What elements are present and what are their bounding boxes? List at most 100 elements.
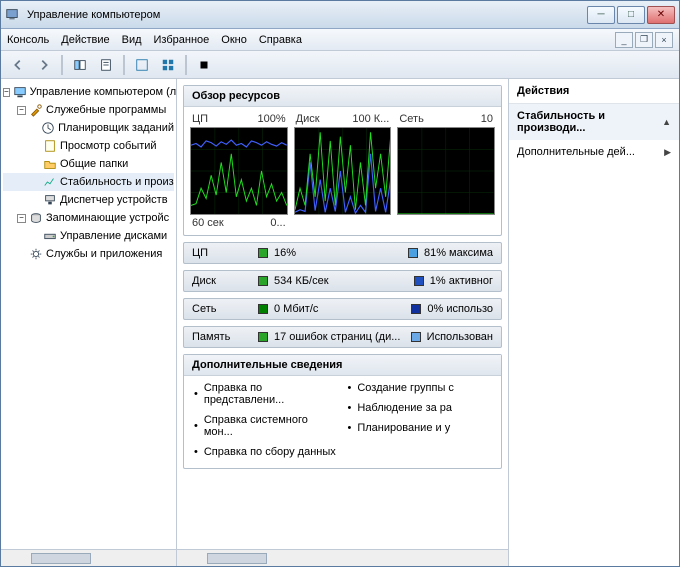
- tree-label: Просмотр событий: [60, 138, 157, 154]
- tree-item-scheduler[interactable]: Планировщик заданий: [3, 119, 174, 137]
- maximize-button[interactable]: □: [617, 6, 645, 24]
- help-link[interactable]: Справка по сбору данных: [194, 446, 338, 458]
- menu-console[interactable]: Консоль: [7, 34, 49, 46]
- actions-group[interactable]: Стабильность и производи... ▲: [509, 104, 679, 140]
- chart-max: 10: [481, 113, 493, 125]
- actions-more-label: Дополнительные дей...: [517, 146, 635, 158]
- menu-favorites[interactable]: Избранное: [154, 34, 210, 46]
- row-value-2: 0% использо: [427, 303, 493, 315]
- nav-tree[interactable]: − Управление компьютером (л − Служебные …: [1, 79, 176, 549]
- row-cpu[interactable]: ЦП 16% 81% максима: [183, 242, 502, 264]
- actions-pane: Действия Стабильность и производи... ▲ Д…: [509, 79, 679, 566]
- help-link[interactable]: Справка по представлени...: [194, 382, 338, 406]
- tree-hscrollbar[interactable]: [1, 549, 176, 566]
- mdi-close-button[interactable]: ×: [655, 32, 673, 48]
- row-mem[interactable]: Память 17 ошибок страниц (ди... Использо…: [183, 326, 502, 348]
- color-swatch: [408, 248, 418, 258]
- disk-icon: [43, 229, 57, 243]
- menu-view[interactable]: Вид: [122, 34, 142, 46]
- color-swatch: [258, 248, 268, 258]
- collapse-icon[interactable]: −: [17, 106, 26, 115]
- chart-xright: 0...: [270, 217, 285, 229]
- tree-group-tools[interactable]: − Служебные программы: [3, 101, 174, 119]
- tree-label: Планировщик заданий: [58, 120, 174, 136]
- event-icon: [43, 139, 57, 153]
- minimize-button[interactable]: ─: [587, 6, 615, 24]
- row-value-1: 0 Мбит/с: [274, 303, 405, 315]
- storage-icon: [29, 211, 43, 225]
- menu-action[interactable]: Действие: [61, 34, 109, 46]
- menu-window[interactable]: Окно: [221, 34, 247, 46]
- color-swatch: [258, 304, 268, 314]
- body: − Управление компьютером (л − Служебные …: [1, 79, 679, 566]
- actions-title: Действия: [509, 79, 679, 104]
- chevron-right-icon: ▶: [664, 147, 671, 158]
- actions-group-label: Стабильность и производи...: [517, 110, 662, 134]
- menubar: Консоль Действие Вид Избранное Окно Спра…: [1, 29, 679, 51]
- separator: [61, 55, 63, 75]
- help-link[interactable]: Планирование и у: [348, 422, 492, 434]
- tree-label: Запоминающие устройс: [46, 210, 169, 226]
- row-value-1: 16%: [274, 247, 402, 259]
- help-link[interactable]: Наблюдение за ра: [348, 402, 492, 414]
- row-net[interactable]: Сеть 0 Мбит/с 0% использо: [183, 298, 502, 320]
- stop-button[interactable]: [193, 54, 215, 76]
- charts-row: ЦП100% 60 сек0... Диск100: [184, 107, 501, 235]
- tree-group-storage[interactable]: − Запоминающие устройс: [3, 209, 174, 227]
- collapse-icon[interactable]: −: [3, 88, 10, 97]
- chart-cpu-canvas: [190, 127, 288, 215]
- tree-item-perfmon[interactable]: Стабильность и произ: [3, 173, 174, 191]
- titlebar[interactable]: Управление компьютером ─ □ ✕: [1, 1, 679, 29]
- view-button-2[interactable]: [157, 54, 179, 76]
- view-button-1[interactable]: [131, 54, 153, 76]
- tree-label: Диспетчер устройств: [60, 192, 168, 208]
- back-button[interactable]: [7, 54, 29, 76]
- tree-item-shares[interactable]: Общие папки: [3, 155, 174, 173]
- window-title: Управление компьютером: [27, 9, 587, 21]
- chart-disk: Диск100 К...: [294, 113, 392, 229]
- chart-net-canvas: [397, 127, 495, 215]
- chevron-up-icon: ▲: [662, 117, 671, 127]
- tree-item-events[interactable]: Просмотр событий: [3, 137, 174, 155]
- tree-item-devmgr[interactable]: Диспетчер устройств: [3, 191, 174, 209]
- help-link[interactable]: Справка системного мон...: [194, 414, 338, 438]
- tree-label: Служебные программы: [46, 102, 166, 118]
- tree-label: Управление дисками: [60, 228, 167, 244]
- chart-net: Сеть 10: [397, 113, 495, 229]
- chart-cpu: ЦП100% 60 сек0...: [190, 113, 288, 229]
- overview-title: Обзор ресурсов: [184, 86, 501, 107]
- row-name: Сеть: [192, 303, 252, 315]
- chart-label: ЦП: [192, 113, 208, 125]
- help-link[interactable]: Создание группы с: [348, 382, 492, 394]
- chart-label: Сеть: [399, 113, 423, 125]
- row-name: ЦП: [192, 247, 252, 259]
- forward-button[interactable]: [33, 54, 55, 76]
- window-controls: ─ □ ✕: [587, 6, 675, 24]
- device-icon: [43, 193, 57, 207]
- row-name: Память: [192, 331, 252, 343]
- chart-label: Диск: [296, 113, 320, 125]
- tree-root[interactable]: − Управление компьютером (л: [3, 83, 174, 101]
- tree-label: Стабильность и произ: [60, 174, 174, 190]
- mdi-minimize-button[interactable]: _: [615, 32, 633, 48]
- show-hide-button[interactable]: [69, 54, 91, 76]
- row-disk[interactable]: Диск 534 КБ/сек 1% активног: [183, 270, 502, 292]
- mdi-restore-button[interactable]: ❐: [635, 32, 653, 48]
- tree-label: Службы и приложения: [46, 246, 162, 262]
- scrollbar-thumb[interactable]: [31, 553, 91, 564]
- addinfo-title: Дополнительные сведения: [184, 355, 501, 376]
- center-hscrollbar[interactable]: [177, 549, 508, 566]
- tree-item-diskmgmt[interactable]: Управление дисками: [3, 227, 174, 245]
- collapse-icon[interactable]: −: [17, 214, 26, 223]
- tree-group-services[interactable]: Службы и приложения: [3, 245, 174, 263]
- properties-button[interactable]: [95, 54, 117, 76]
- close-button[interactable]: ✕: [647, 6, 675, 24]
- center-pane: Обзор ресурсов ЦП100% 60 се: [177, 79, 509, 566]
- row-value-2: Использован: [427, 331, 493, 343]
- scrollbar-thumb[interactable]: [207, 553, 267, 564]
- row-value-2: 1% активног: [430, 275, 493, 287]
- row-value-1: 534 КБ/сек: [274, 275, 408, 287]
- tree-label: Управление компьютером (л: [30, 84, 176, 100]
- actions-more[interactable]: Дополнительные дей... ▶: [509, 140, 679, 164]
- menu-help[interactable]: Справка: [259, 34, 302, 46]
